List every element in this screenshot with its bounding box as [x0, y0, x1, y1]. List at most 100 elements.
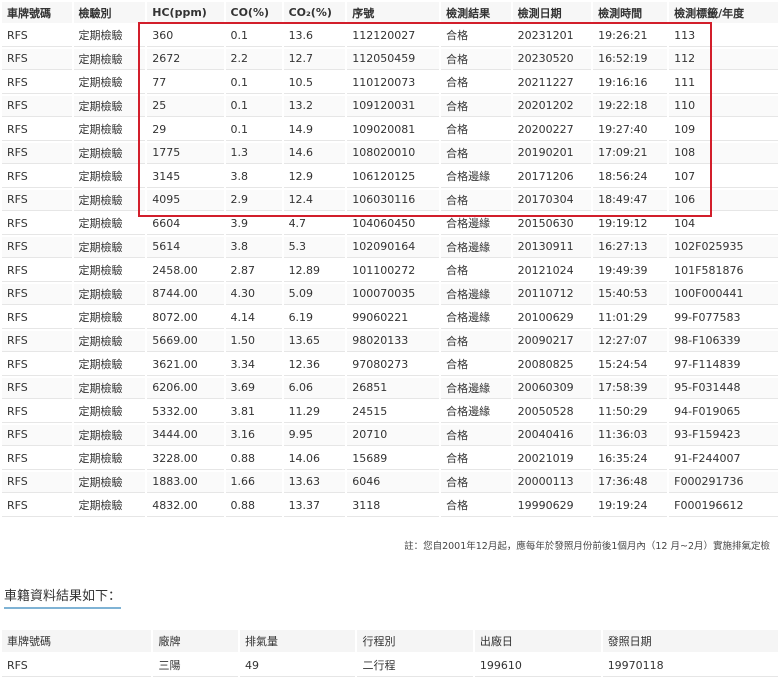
inspection-body: RFS 定期檢驗 360 0.1 13.6 112120027 合格 20231201 19:2…	[2, 25, 778, 517]
inspection-cell: RFS	[2, 354, 72, 376]
inspection-cell: 0.1	[225, 95, 282, 117]
inspection-cell: 20171206	[512, 166, 592, 188]
inspection-cell: 5332.00	[147, 401, 224, 423]
inspection-cell: 10.5	[283, 72, 346, 94]
inspection-cell: 合格邊緣	[441, 213, 511, 235]
inspection-cell: RFS	[2, 213, 72, 235]
inspection-cell: 0.88	[225, 448, 282, 470]
inspection-cell: 4095	[147, 189, 224, 211]
inspection-header-cell: 檢測時間	[593, 2, 668, 23]
inspection-cell: 合格	[441, 95, 511, 117]
inspection-cell: 20211227	[512, 72, 592, 94]
inspection-cell: 12.4	[283, 189, 346, 211]
inspection-cell: 20110712	[512, 283, 592, 305]
inspection-cell: 111	[669, 72, 778, 94]
inspection-cell: 110	[669, 95, 778, 117]
inspection-cell: 1.3	[225, 142, 282, 164]
inspection-cell: 9.95	[283, 424, 346, 446]
inspection-cell: 定期檢驗	[73, 236, 146, 258]
inspection-cell: 20090217	[512, 330, 592, 352]
inspection-note: 註：您自2001年12月起，應每年於發照月份前後1個月內（12 月~2月）實施排…	[404, 541, 770, 552]
inspection-cell: 8072.00	[147, 307, 224, 329]
inspection-cell: 11:36:03	[593, 424, 668, 446]
inspection-cell: 19990629	[512, 495, 592, 517]
inspection-cell: 5.3	[283, 236, 346, 258]
inspection-cell: 109020081	[347, 119, 440, 141]
vehicle-cell: 19970118	[602, 654, 778, 677]
vehicle-section-title: 車籍資料結果如下：	[4, 585, 122, 609]
inspection-cell: 1775	[147, 142, 224, 164]
inspection-cell: 13.2	[283, 95, 346, 117]
inspection-cell: 93-F159423	[669, 424, 778, 446]
inspection-cell: 12.7	[283, 48, 346, 70]
inspection-cell: 6.06	[283, 377, 346, 399]
vehicle-cell: 二行程	[357, 654, 473, 677]
vehicle-cell: RFS	[2, 654, 152, 677]
inspection-cell: F000291736	[669, 471, 778, 493]
inspection-cell: 2.9	[225, 189, 282, 211]
inspection-cell: 100F000441	[669, 283, 778, 305]
inspection-cell: 15689	[347, 448, 440, 470]
inspection-cell: RFS	[2, 72, 72, 94]
inspection-cell: 110120073	[347, 72, 440, 94]
inspection-cell: 4.7	[283, 213, 346, 235]
inspection-cell: 合格	[441, 142, 511, 164]
vehicle-header-cell: 廠牌	[153, 630, 239, 652]
inspection-cell: 8744.00	[147, 283, 224, 305]
inspection-cell: 4.14	[225, 307, 282, 329]
inspection-cell: 16:52:19	[593, 48, 668, 70]
inspection-row: RFS 定期檢驗 77 0.1 10.5 110120073 合格 20211227 19:16…	[2, 72, 778, 94]
inspection-cell: 合格	[441, 72, 511, 94]
inspection-cell: 14.06	[283, 448, 346, 470]
vehicle-header-cell: 發照日期	[602, 630, 778, 652]
inspection-cell: 20100629	[512, 307, 592, 329]
inspection-cell: 合格	[441, 330, 511, 352]
inspection-row: RFS 定期檢驗 2672 2.2 12.7 112050459 合格 20230520 16:…	[2, 48, 778, 70]
inspection-cell: 0.1	[225, 25, 282, 47]
inspection-cell: 3444.00	[147, 424, 224, 446]
inspection-cell: 3228.00	[147, 448, 224, 470]
inspection-cell: 13.37	[283, 495, 346, 517]
vehicle-header-cell: 出廠日	[474, 630, 601, 652]
inspection-cell: 合格	[441, 354, 511, 376]
inspection-cell: 3.9	[225, 213, 282, 235]
inspection-cell: 合格	[441, 25, 511, 47]
vehicle-header-cell: 排氣量	[240, 630, 356, 652]
inspection-cell: 94-F019065	[669, 401, 778, 423]
inspection-cell: 1883.00	[147, 471, 224, 493]
inspection-cell: 106030116	[347, 189, 440, 211]
inspection-header-cell: 車牌號碼	[2, 2, 72, 23]
inspection-cell: 定期檢驗	[73, 25, 146, 47]
inspection-cell: 2.87	[225, 260, 282, 282]
inspection-cell: 3118	[347, 495, 440, 517]
inspection-row: RFS 定期檢驗 3228.00 0.88 14.06 15689 合格 20021019 16…	[2, 448, 778, 470]
inspection-cell: 定期檢驗	[73, 424, 146, 446]
inspection-cell: RFS	[2, 330, 72, 352]
inspection-cell: 13.6	[283, 25, 346, 47]
inspection-cell: 19:19:12	[593, 213, 668, 235]
inspection-cell: 97080273	[347, 354, 440, 376]
vehicle-header-cell: 行程別	[357, 630, 473, 652]
inspection-cell: RFS	[2, 166, 72, 188]
inspection-cell: 定期檢驗	[73, 330, 146, 352]
inspection-cell: 3.8	[225, 166, 282, 188]
inspection-cell: RFS	[2, 471, 72, 493]
inspection-cell: 12:27:07	[593, 330, 668, 352]
inspection-header-cell: 序號	[347, 2, 440, 23]
inspection-cell: 109	[669, 119, 778, 141]
inspection-cell: F000196612	[669, 495, 778, 517]
inspection-cell: 合格	[441, 48, 511, 70]
inspection-row: RFS 定期檢驗 2458.00 2.87 12.89 101100272 合格 201210…	[2, 260, 778, 282]
inspection-cell: RFS	[2, 119, 72, 141]
inspection-cell: 合格邊緣	[441, 377, 511, 399]
inspection-cell: 19:22:18	[593, 95, 668, 117]
vehicle-cell: 199610	[474, 654, 601, 677]
inspection-cell: 15:40:53	[593, 283, 668, 305]
inspection-cell: RFS	[2, 283, 72, 305]
inspection-cell: 99-F077583	[669, 307, 778, 329]
inspection-cell: 3.8	[225, 236, 282, 258]
inspection-cell: 合格	[441, 189, 511, 211]
inspection-cell: 5669.00	[147, 330, 224, 352]
inspection-cell: 定期檢驗	[73, 354, 146, 376]
inspection-row: RFS 定期檢驗 5669.00 1.50 13.65 98020133 合格 2009021…	[2, 330, 778, 352]
